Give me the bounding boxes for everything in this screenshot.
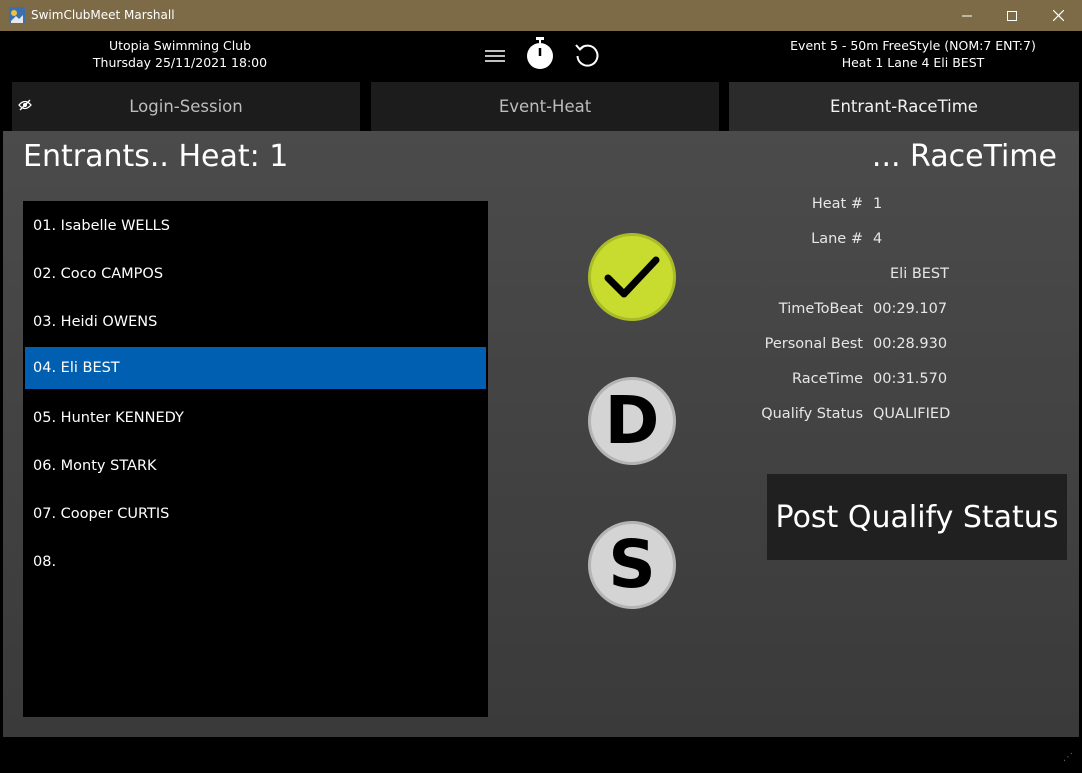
heat-number-label: Heat # xyxy=(811,196,863,212)
maximize-icon xyxy=(1007,10,1017,21)
tab-label: Event-Heat xyxy=(498,97,592,116)
resize-grip-icon[interactable]: ⋰ xyxy=(1063,752,1073,763)
close-icon xyxy=(1052,10,1064,21)
app-logo-icon xyxy=(9,7,25,23)
list-item[interactable]: 07. Cooper CURTIS xyxy=(25,493,486,535)
list-item[interactable]: 06. Monty STARK xyxy=(25,445,486,487)
list-item[interactable]: 02. Coco CAMPOS xyxy=(25,253,486,295)
tab-bar: Login-Session Event-Heat Entrant-RaceTim… xyxy=(0,82,1082,131)
refresh-icon[interactable] xyxy=(572,41,602,71)
list-item[interactable]: 08. xyxy=(25,541,486,583)
minimize-button[interactable] xyxy=(944,0,990,31)
club-info: Utopia Swimming Club Thursday 25/11/2021… xyxy=(60,37,300,71)
time-to-beat-value: 00:29.107 xyxy=(873,301,948,317)
status-bar: ⋰ xyxy=(0,737,1082,773)
racetime-label: RaceTime xyxy=(791,371,863,387)
heat-number-value: 1 xyxy=(873,196,883,212)
racetime-heading: ... RaceTime xyxy=(871,139,1057,174)
session-datetime: Thursday 25/11/2021 18:00 xyxy=(92,55,268,70)
lane-number-label: Lane # xyxy=(811,231,863,247)
disqualify-label: D xyxy=(604,382,660,459)
qualify-status-label: Qualify Status xyxy=(761,406,863,422)
racetime-value: 00:31.570 xyxy=(873,371,948,387)
window-titlebar: SwimClubMeet Marshall xyxy=(0,0,1082,31)
list-item[interactable]: 03. Heidi OWENS xyxy=(25,301,486,343)
event-line: Event 5 - 50m FreeStyle (NOM:7 ENT:7) xyxy=(790,38,1036,53)
event-info: Event 5 - 50m FreeStyle (NOM:7 ENT:7) He… xyxy=(758,37,1068,71)
hidden-eye-icon[interactable] xyxy=(18,99,32,111)
app-header: Utopia Swimming Club Thursday 25/11/2021… xyxy=(0,31,1082,81)
maximize-button[interactable] xyxy=(989,0,1035,31)
tab-login-session[interactable]: Login-Session xyxy=(12,82,360,131)
window-title: SwimClubMeet Marshall xyxy=(31,8,175,22)
close-button[interactable] xyxy=(1035,0,1081,31)
personal-best-label: Personal Best xyxy=(764,336,863,352)
scratch-label: S xyxy=(608,526,656,603)
post-qualify-status-button[interactable]: Post Qualify Status xyxy=(767,474,1067,560)
entrants-heading: Entrants.. Heat: 1 xyxy=(23,139,289,174)
swimmer-name: Eli BEST xyxy=(890,266,949,282)
stopwatch-icon[interactable] xyxy=(524,37,556,69)
qualify-status-value: QUALIFIED xyxy=(873,406,951,422)
heat-line: Heat 1 Lane 4 Eli BEST xyxy=(841,55,985,70)
personal-best-value: 00:28.930 xyxy=(873,336,948,352)
tab-label: Entrant-RaceTime xyxy=(830,97,978,116)
tab-label: Login-Session xyxy=(129,97,243,116)
list-item[interactable]: 01. Isabelle WELLS xyxy=(25,205,486,247)
time-to-beat-label: TimeToBeat xyxy=(778,301,863,317)
hamburger-menu-icon[interactable] xyxy=(482,41,508,71)
list-item[interactable]: 05. Hunter KENNEDY xyxy=(25,397,486,439)
club-name: Utopia Swimming Club xyxy=(108,38,252,53)
tab-event-heat[interactable]: Event-Heat xyxy=(371,82,719,131)
tab-entrant-racetime[interactable]: Entrant-RaceTime xyxy=(729,82,1079,131)
minimize-icon xyxy=(962,15,972,16)
list-item-selected[interactable]: 04. Eli BEST xyxy=(25,347,486,389)
entrants-list[interactable]: 01. Isabelle WELLS 02. Coco CAMPOS 03. H… xyxy=(23,201,488,717)
lane-number-value: 4 xyxy=(873,231,883,247)
checkmark-icon xyxy=(604,256,660,298)
entrant-racetime-panel: Entrants.. Heat: 1 ... RaceTime 01. Isab… xyxy=(3,131,1079,737)
scratch-button[interactable]: S xyxy=(588,521,676,609)
